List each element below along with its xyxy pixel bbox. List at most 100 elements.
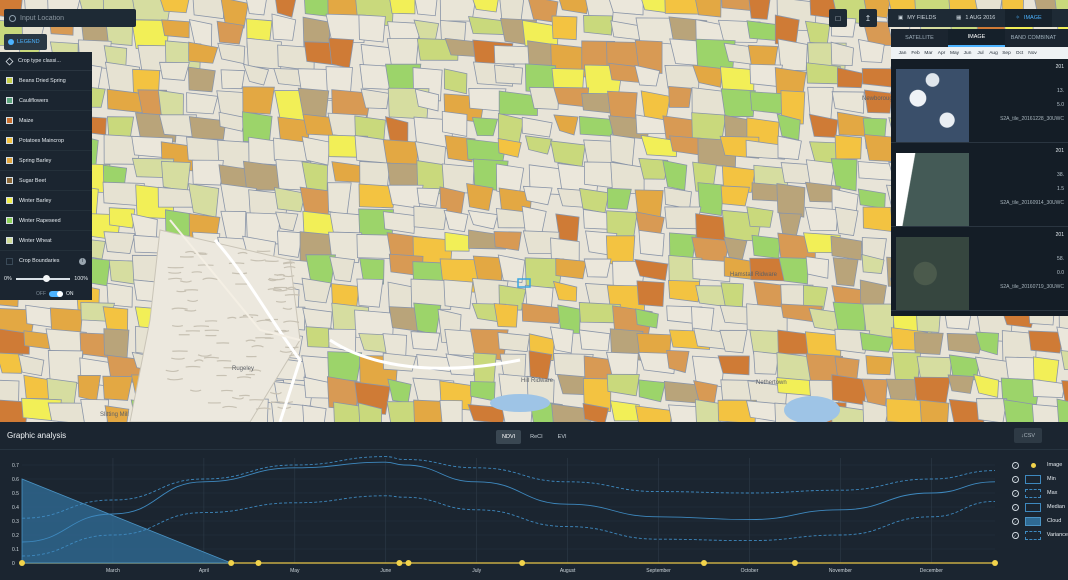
month-mar[interactable]: Mar <box>922 51 935 56</box>
x-tick-label: March <box>106 568 120 574</box>
boundary-toggle[interactable]: OFF ON <box>0 287 92 301</box>
crop-boundaries-row[interactable]: Crop Boundaries i <box>0 251 92 271</box>
legend-item[interactable]: Maize <box>0 111 92 131</box>
graphic-analysis-panel: Graphic analysis NDVI ReCI EVI ↓CSV 0 0.1… <box>0 422 1068 580</box>
legend-button-label: LEGEND <box>17 39 40 45</box>
cloud-value: 58. <box>1057 256 1064 262</box>
month-oct[interactable]: Oct <box>1013 51 1026 56</box>
check-icon[interactable]: ✓ <box>1012 489 1019 497</box>
chart-legend-min[interactable]: ✓ Min <box>1012 472 1068 486</box>
month-jul[interactable]: Jul <box>974 51 987 56</box>
month-nov[interactable]: Nov <box>1026 51 1039 56</box>
image-button[interactable]: ✧ IMAGE <box>1005 9 1052 27</box>
legend-item[interactable]: Beans Dried Spring <box>0 71 92 91</box>
crop-boundaries-checkbox[interactable] <box>6 257 13 265</box>
legend-swatch[interactable] <box>6 217 13 224</box>
legend-swatch[interactable] <box>6 157 13 164</box>
legend-swatch[interactable] <box>6 97 13 104</box>
map-view[interactable]: Rugeley Slitting Mill Hill Ridware Hamstall… <box>0 0 1068 422</box>
legend-item-label: Winter Wheat <box>19 237 52 244</box>
y-tick-label: 0.4 <box>12 505 19 511</box>
chart-legend-max[interactable]: ✓ Max <box>1012 486 1068 500</box>
fields-icon: ▣ <box>898 15 904 21</box>
month-sep[interactable]: Sep <box>1000 51 1013 56</box>
legend-swatch[interactable] <box>6 117 13 124</box>
x-tick-label: June <box>380 568 391 574</box>
month-jun[interactable]: Jun <box>961 51 974 56</box>
opacity-slider[interactable]: 0% 100% <box>0 271 92 287</box>
legend-swatch[interactable] <box>6 137 13 144</box>
series-symbol <box>1025 502 1041 512</box>
location-search[interactable] <box>4 9 136 27</box>
ndvi-chart[interactable]: 0 0.1 0.2 0.3 0.4 0.5 0.6 0.7 March April May June J… <box>0 450 1005 580</box>
legend-item[interactable]: Cauliflowers <box>0 91 92 111</box>
satellite-thumbnail[interactable] <box>896 237 969 310</box>
check-icon[interactable]: ✓ <box>1012 461 1019 469</box>
legend-item[interactable]: Winter Barley <box>0 191 92 211</box>
slider-track[interactable] <box>15 275 71 282</box>
check-icon[interactable]: ✓ <box>1012 475 1019 483</box>
legend-swatch[interactable] <box>6 177 13 184</box>
check-icon[interactable]: ✓ <box>1012 517 1019 525</box>
image-point <box>255 560 262 566</box>
stat-value: 5.0 <box>1057 102 1064 108</box>
chart-legend-image[interactable]: ✓ Image <box>1012 458 1068 472</box>
tab-reci[interactable]: ReCI <box>524 430 549 444</box>
date-picker[interactable]: ▦ 1 AUG 2016 <box>946 9 1005 27</box>
legend-item[interactable]: Potatoes Maincrop <box>0 131 92 151</box>
legend-series-label: Cloud <box>1047 518 1062 524</box>
series-symbol <box>1025 516 1041 526</box>
date-label: 1 AUG 2016 <box>965 15 996 21</box>
chart-legend-cloud[interactable]: ✓ Cloud <box>1012 514 1068 528</box>
satellite-thumbnail[interactable] <box>896 153 969 226</box>
image-point <box>19 560 25 566</box>
month-aug[interactable]: Aug <box>987 51 1000 56</box>
image-list-item[interactable]: 201 58. 0.0 S2A_tile_20160719_30UWC <box>891 227 1068 311</box>
legend-item[interactable]: Winter Wheat <box>0 231 92 251</box>
legend-swatch[interactable] <box>6 77 13 84</box>
legend-item-label: Sugar Beet <box>19 177 46 184</box>
check-icon[interactable]: ✓ <box>1012 531 1019 539</box>
toggle-switch[interactable] <box>49 291 63 297</box>
month-jan[interactable]: Jan <box>896 51 909 56</box>
my-fields-label: MY FIELDS <box>907 15 937 21</box>
legend-swatch[interactable] <box>6 197 13 204</box>
search-input[interactable] <box>20 14 130 22</box>
x-tick-label: October <box>741 568 759 574</box>
month-feb[interactable]: Feb <box>909 51 922 56</box>
legend-item-label: Maize <box>19 117 34 124</box>
y-tick-label: 0.2 <box>12 533 19 539</box>
y-tick-label: 0.3 <box>12 519 19 525</box>
tab-satellite[interactable]: SATELLITE <box>891 29 948 47</box>
tab-band-combination[interactable]: BAND COMBINAT <box>1005 29 1062 47</box>
draw-field-button[interactable]: □ <box>829 9 847 27</box>
chart-legend-median[interactable]: ✓ Median <box>1012 500 1068 514</box>
satellite-thumbnail[interactable] <box>896 69 969 142</box>
tab-ndvi[interactable]: NDVI <box>496 430 522 444</box>
legend-item[interactable]: Spring Barley <box>0 151 92 171</box>
month-may[interactable]: May <box>948 51 961 56</box>
cloud-value: 13. <box>1057 88 1064 94</box>
upload-button[interactable]: ↥ <box>859 9 877 27</box>
y-tick-label: 0 <box>12 561 15 567</box>
image-year: 201 <box>1055 232 1064 238</box>
legend-series-label: Min <box>1047 476 1056 482</box>
legend-button[interactable]: LEGEND <box>4 34 47 50</box>
legend-item-label: Winter Barley <box>19 197 52 204</box>
chart-legend-variance[interactable]: ✓ Variance <box>1012 528 1068 542</box>
slider-handle[interactable] <box>42 275 50 282</box>
month-selector[interactable]: Jan Feb Mar Apr May Jun Jul Aug Sep Oct Nov <box>891 47 1068 59</box>
tab-evi[interactable]: EVI <box>552 430 573 444</box>
legend-item[interactable]: Winter Rapeseed <box>0 211 92 231</box>
legend-layer-select[interactable]: Crop type classi... <box>0 52 92 71</box>
image-list-item[interactable]: 201 13. 5.0 S2A_tile_20161228_30UWC <box>891 59 1068 143</box>
info-icon[interactable]: i <box>79 257 86 265</box>
download-csv-button[interactable]: ↓CSV <box>1014 428 1042 443</box>
legend-item[interactable]: Sugar Beet <box>0 171 92 191</box>
tab-image[interactable]: IMAGE <box>948 29 1005 47</box>
image-list-item[interactable]: 201 38. 1.5 S2A_tile_20160914_30UWC <box>891 143 1068 227</box>
month-apr[interactable]: Apr <box>935 51 948 56</box>
legend-swatch[interactable] <box>6 237 13 244</box>
my-fields-button[interactable]: ▣ MY FIELDS <box>888 9 946 27</box>
check-icon[interactable]: ✓ <box>1012 503 1019 511</box>
